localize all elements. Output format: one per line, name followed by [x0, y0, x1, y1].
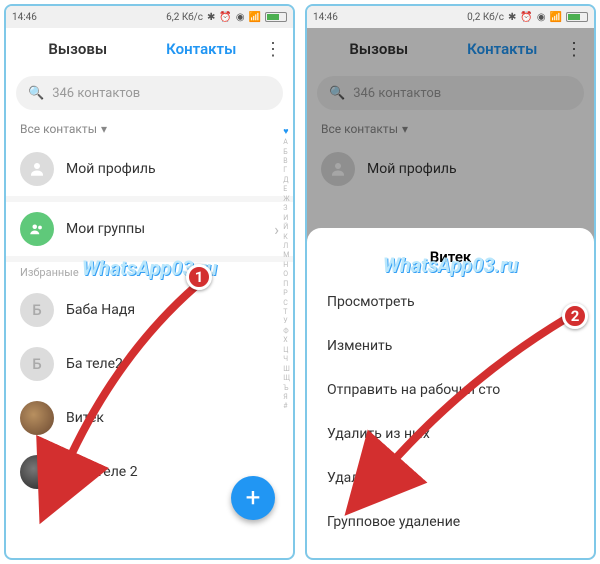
- groups-label: Мои группы: [66, 221, 145, 237]
- avatar: [20, 455, 54, 489]
- tab-calls[interactable]: Вызовы: [16, 40, 140, 58]
- alarm-icon: ⏰: [219, 12, 231, 23]
- contact-name: Витек: [66, 410, 104, 426]
- profile-label: Мой профиль: [66, 161, 156, 177]
- group-icon: [20, 212, 54, 246]
- menu-delete[interactable]: Удалить: [307, 456, 594, 500]
- chevron-down-icon: ▾: [101, 122, 107, 136]
- statusbar: 14:46 0,2 Кб/с ✱ ⏰ ◉ 📶: [307, 6, 594, 28]
- filter-label: Все контакты: [20, 122, 97, 136]
- my-groups-item[interactable]: Мои группы ›: [6, 202, 293, 256]
- contact-item[interactable]: Б Ба теле2: [6, 337, 293, 391]
- avatar: Б: [20, 293, 54, 327]
- wifi-icon: ◉: [537, 12, 546, 23]
- index-letter[interactable]: Г: [283, 166, 290, 175]
- filter-dropdown[interactable]: Все контакты ▾: [6, 116, 293, 142]
- status-time: 14:46: [12, 12, 37, 23]
- index-letter[interactable]: И: [283, 214, 290, 223]
- index-letter[interactable]: Х: [283, 336, 290, 345]
- index-letter[interactable]: О: [283, 270, 290, 279]
- index-letter[interactable]: В: [283, 157, 290, 166]
- index-letter[interactable]: А: [283, 138, 290, 147]
- status-time: 14:46: [313, 12, 338, 23]
- contact-item[interactable]: Б Баба Надя: [6, 283, 293, 337]
- menu-view[interactable]: Просмотреть: [307, 280, 594, 324]
- avatar: [20, 401, 54, 435]
- index-letter[interactable]: #: [283, 402, 290, 411]
- search-input[interactable]: 🔍 346 контактов: [16, 76, 283, 110]
- person-icon: [20, 152, 54, 186]
- index-letter[interactable]: Ъ: [283, 384, 290, 393]
- index-letter[interactable]: М: [283, 251, 290, 260]
- screenshot-right: 14:46 0,2 Кб/с ✱ ⏰ ◉ 📶 Вызовы Контакты ⋮…: [305, 4, 596, 560]
- index-letter[interactable]: З: [283, 204, 290, 213]
- contact-name: Ба теле2: [66, 356, 123, 372]
- annotation-marker-2: 2: [562, 303, 588, 329]
- my-profile-item[interactable]: Мой профиль: [6, 142, 293, 196]
- bluetooth-icon: ✱: [508, 12, 516, 23]
- menu-group-delete[interactable]: Групповое удаление: [307, 500, 594, 544]
- add-contact-fab[interactable]: +: [231, 476, 275, 520]
- index-letter[interactable]: Т: [283, 308, 290, 317]
- menu-remove-favorite[interactable]: Удалить из ных: [307, 412, 594, 456]
- context-menu: Витек Просмотреть Изменить Отправить на …: [307, 228, 594, 558]
- status-net: 6,2 Кб/с: [166, 12, 203, 23]
- search-icon: 🔍: [28, 86, 44, 101]
- statusbar: 14:46 6,2 Кб/с ✱ ⏰ ◉ 📶: [6, 6, 293, 28]
- heart-icon[interactable]: ♥: [283, 126, 290, 138]
- status-net: 0,2 Кб/с: [467, 12, 504, 23]
- index-letter[interactable]: Б: [283, 148, 290, 157]
- index-letter[interactable]: С: [283, 299, 290, 308]
- alpha-index[interactable]: ♥ АБВГДЕЖЗИЙКЛМНОПРСТУФХЦЧШЩЪЯ#: [283, 126, 290, 412]
- index-letter[interactable]: Ч: [283, 355, 290, 364]
- index-letter[interactable]: Е: [283, 185, 290, 194]
- alarm-icon: ⏰: [520, 12, 532, 23]
- index-letter[interactable]: Л: [283, 242, 290, 251]
- wifi-icon: ◉: [236, 12, 245, 23]
- index-letter[interactable]: У: [283, 317, 290, 326]
- index-letter[interactable]: Ж: [283, 195, 290, 204]
- annotation-marker-1: 1: [186, 264, 212, 290]
- index-letter[interactable]: Н: [283, 261, 290, 270]
- index-letter[interactable]: П: [283, 280, 290, 289]
- battery-icon: [265, 12, 287, 22]
- sheet-title: Витек: [307, 242, 594, 280]
- menu-edit[interactable]: Изменить: [307, 324, 594, 368]
- index-letter[interactable]: Ф: [283, 327, 290, 336]
- index-letter[interactable]: К: [283, 233, 290, 242]
- bluetooth-icon: ✱: [207, 12, 215, 23]
- index-letter[interactable]: Щ: [283, 374, 290, 383]
- signal-icon: 📶: [550, 12, 562, 23]
- index-letter[interactable]: Д: [283, 176, 290, 185]
- favorites-label: Избранные: [6, 262, 293, 283]
- chevron-right-icon: ›: [274, 220, 279, 239]
- tab-contacts[interactable]: Контакты: [140, 40, 264, 58]
- index-letter[interactable]: Ц: [283, 346, 290, 355]
- index-letter[interactable]: Р: [283, 289, 290, 298]
- index-letter[interactable]: Я: [283, 393, 290, 402]
- more-icon[interactable]: ⋮: [263, 39, 283, 60]
- signal-icon: 📶: [249, 12, 261, 23]
- contact-name: Дед Теле 2: [66, 464, 138, 480]
- tab-bar: Вызовы Контакты ⋮: [6, 28, 293, 70]
- menu-send-to-desktop[interactable]: Отправить на рабочий сто: [307, 368, 594, 412]
- contact-name: Баба Надя: [66, 302, 135, 318]
- index-letter[interactable]: Й: [283, 223, 290, 232]
- avatar: Б: [20, 347, 54, 381]
- screenshot-left: 14:46 6,2 Кб/с ✱ ⏰ ◉ 📶 Вызовы Контакты ⋮…: [4, 4, 295, 560]
- index-letter[interactable]: Ш: [283, 365, 290, 374]
- search-placeholder: 346 контактов: [52, 86, 140, 101]
- contact-item-vitek[interactable]: Витек: [6, 391, 293, 445]
- battery-icon: [566, 12, 588, 22]
